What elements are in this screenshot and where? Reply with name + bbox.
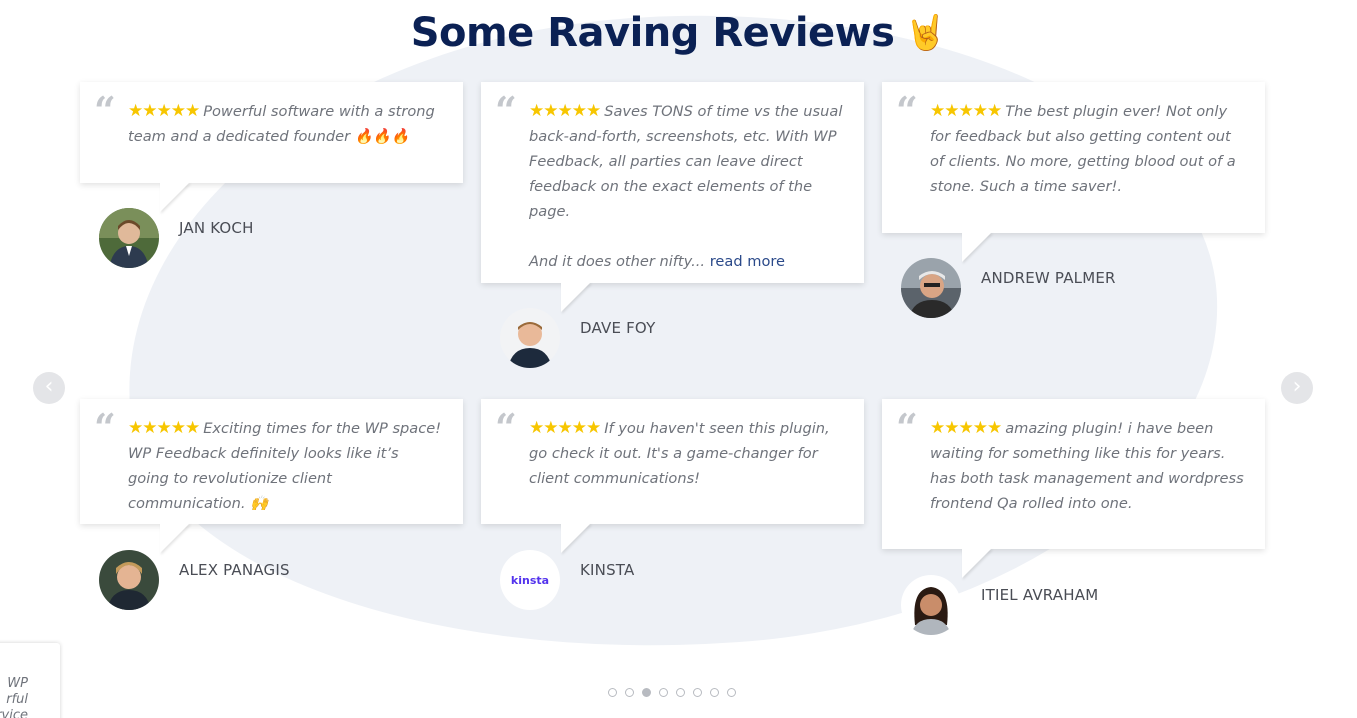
- popup-text: rful: [6, 692, 28, 707]
- author-name: ITIEL AVRAHAM: [981, 586, 1099, 604]
- read-more-link[interactable]: read more: [710, 253, 785, 270]
- partial-popup-card[interactable]: WP rful ervice: [0, 643, 60, 718]
- chevron-left-icon: ‹: [44, 374, 54, 399]
- pagination-dot[interactable]: [676, 688, 685, 697]
- avatar: [500, 308, 560, 368]
- author-name: DAVE FOY: [580, 319, 656, 337]
- review-author: ANDREW PALMER: [901, 258, 1116, 318]
- pagination-dot[interactable]: [693, 688, 702, 697]
- prev-arrow-button[interactable]: ‹: [33, 372, 65, 404]
- pagination-dot[interactable]: [727, 688, 736, 697]
- quote-icon: “: [896, 405, 918, 450]
- rock-hand-icon: 🤘: [904, 13, 947, 53]
- kinsta-logo: kinsta: [500, 550, 560, 610]
- section-title-text: Some Raving Reviews: [410, 10, 895, 56]
- review-card-kinsta: “ ★★★★★ If you haven't seen this plugin, …: [481, 399, 864, 553]
- avatar: [901, 258, 961, 318]
- five-stars-icon: ★★★★★: [529, 418, 601, 438]
- quote-icon: “: [495, 88, 517, 133]
- five-stars-icon: ★★★★★: [529, 101, 601, 121]
- review-card-alex-panagis: “ ★★★★★ Exciting times for the WP space! …: [80, 399, 463, 553]
- review-text-continued: And it does other nifty... read more: [529, 249, 844, 274]
- kinsta-logo-text: kinsta: [510, 573, 550, 587]
- author-name: ALEX PANAGIS: [179, 561, 290, 579]
- five-stars-icon: ★★★★★: [930, 418, 1002, 438]
- review-author: DAVE FOY: [500, 308, 655, 368]
- pagination-dot-active[interactable]: [642, 688, 651, 697]
- quote-icon: “: [495, 405, 517, 450]
- popup-text: WP: [7, 676, 28, 691]
- author-name: ANDREW PALMER: [981, 269, 1116, 287]
- quote-icon: “: [94, 88, 116, 133]
- popup-text: ervice: [0, 708, 28, 718]
- pagination-dot[interactable]: [625, 688, 634, 697]
- pagination-dots: [608, 688, 744, 697]
- five-stars-icon: ★★★★★: [128, 418, 200, 438]
- speech-tail: [160, 523, 190, 553]
- next-arrow-button[interactable]: ›: [1281, 372, 1313, 404]
- quote-icon: “: [94, 405, 116, 450]
- review-author: ITIEL AVRAHAM: [901, 575, 1098, 635]
- review-author: kinsta KINSTA: [500, 550, 634, 610]
- review-card-andrew-palmer: “ ★★★★★ The best plugin ever! Not only fo…: [882, 82, 1265, 262]
- author-name: JAN KOCH: [179, 219, 254, 237]
- review-excerpt: And it does other nifty...: [529, 253, 706, 270]
- speech-tail: [962, 548, 992, 578]
- pagination-dot[interactable]: [608, 688, 617, 697]
- quote-icon: “: [896, 88, 918, 133]
- chevron-right-icon: ›: [1292, 374, 1302, 399]
- review-author: ALEX PANAGIS: [99, 550, 290, 610]
- pagination-dot[interactable]: [659, 688, 668, 697]
- review-card-dave-foy: “ ★★★★★ Saves TONS of time vs the usual b…: [481, 82, 864, 312]
- five-stars-icon: ★★★★★: [930, 101, 1002, 121]
- avatar: [99, 550, 159, 610]
- five-stars-icon: ★★★★★: [128, 101, 200, 121]
- review-author: JAN KOCH: [99, 208, 254, 268]
- section-title: Some Raving Reviews 🤘: [0, 10, 1357, 56]
- avatar: [901, 575, 961, 635]
- reviews-section: Some Raving Reviews 🤘 “ ★★★★★ Powerful sof…: [0, 0, 1357, 718]
- review-card-itiel-avraham: “ ★★★★★ amazing plugin! i have been waiti…: [882, 399, 1265, 578]
- author-name: KINSTA: [580, 561, 635, 579]
- speech-tail: [561, 523, 591, 553]
- review-card-jan-koch: “ ★★★★★ Powerful software with a strong t…: [80, 82, 463, 212]
- pagination-dot[interactable]: [710, 688, 719, 697]
- avatar: [99, 208, 159, 268]
